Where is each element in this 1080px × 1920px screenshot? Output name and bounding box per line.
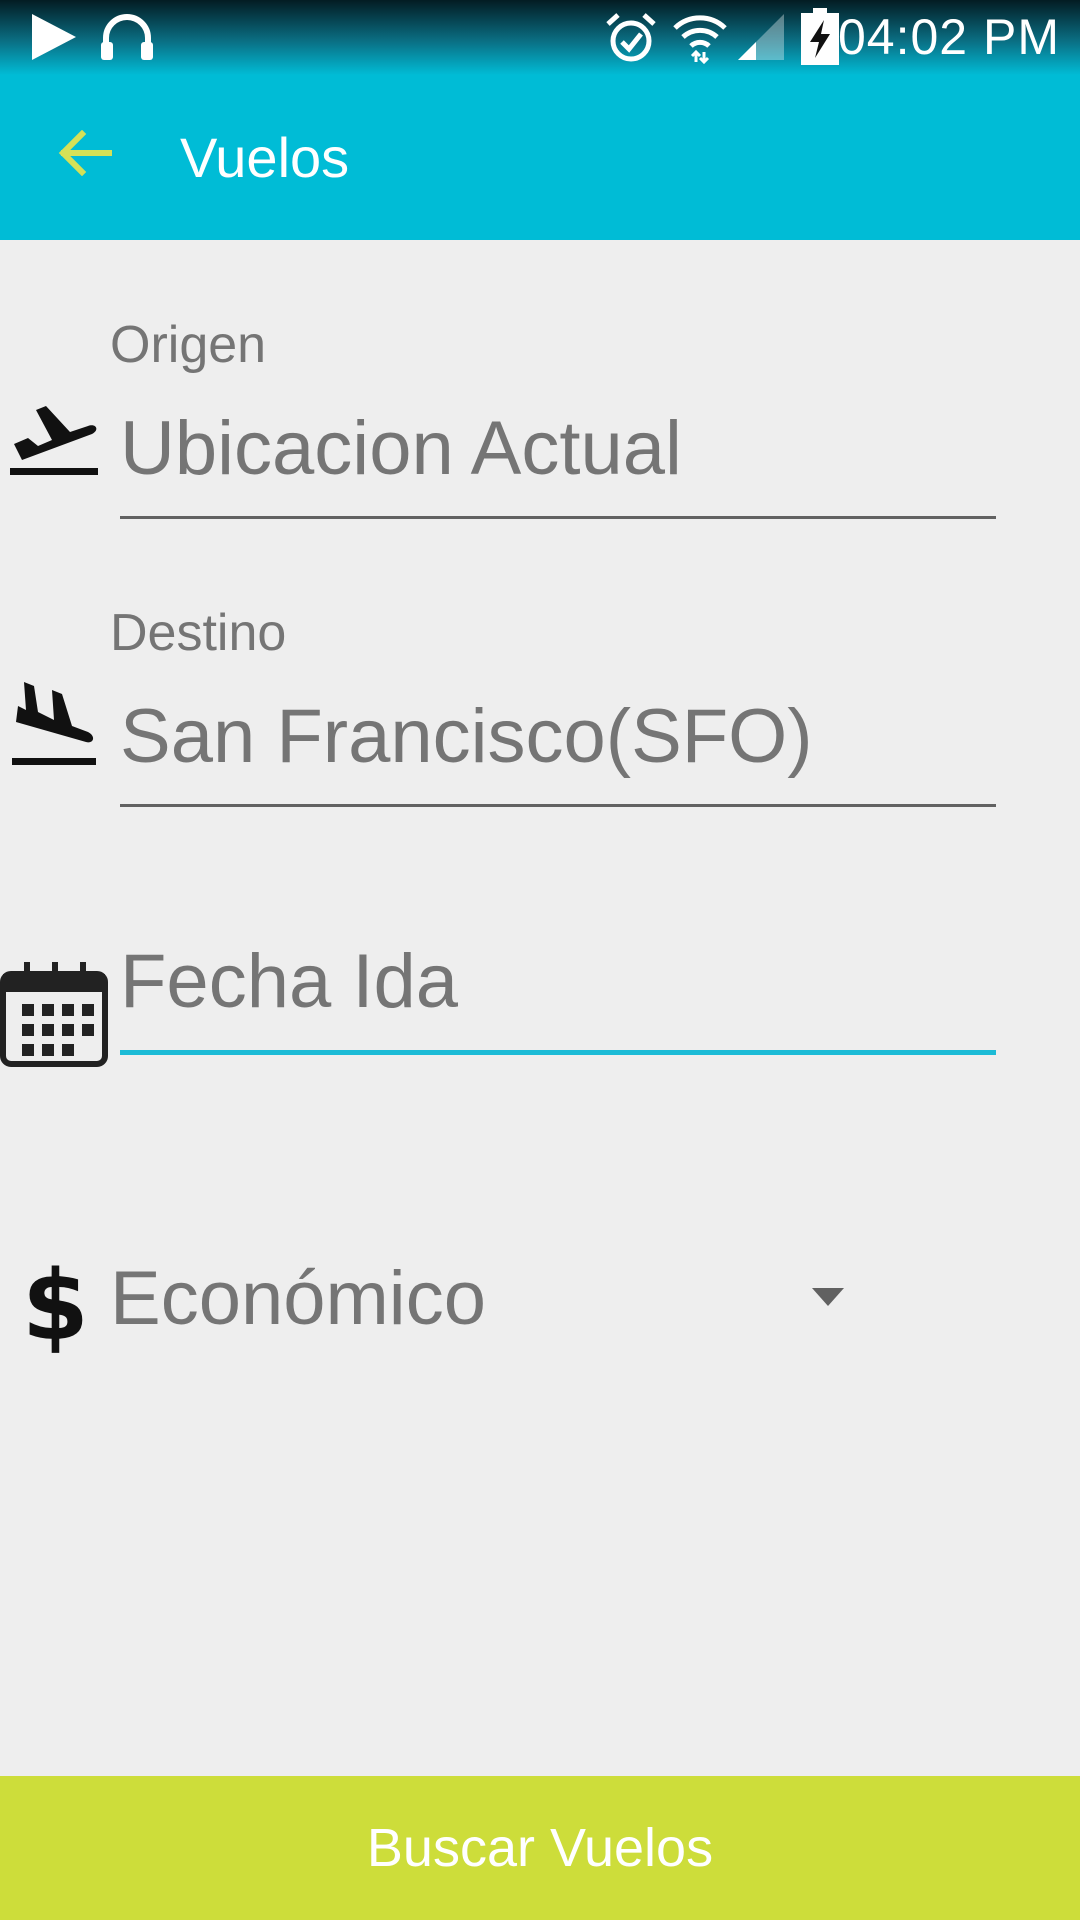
page-title: Vuelos <box>180 126 350 189</box>
dropdown-arrow-icon[interactable] <box>812 1288 844 1306</box>
origin-input[interactable]: Ubicacion Actual <box>120 405 682 492</box>
flight-land-icon <box>10 680 100 775</box>
search-flights-button[interactable]: Buscar Vuelos <box>0 1776 1080 1920</box>
app-bar: Vuelos <box>0 75 1080 240</box>
class-spinner[interactable]: Económico <box>110 1255 486 1342</box>
destination-label: Destino <box>110 604 287 662</box>
wifi-icon <box>672 12 728 69</box>
departure-date-underline <box>120 1050 996 1055</box>
flights-screen: 04:02 PM Vuelos Origen Ubicacion Actual … <box>0 0 1080 1920</box>
status-bar: 04:02 PM <box>0 0 1080 75</box>
signal-icon <box>736 12 786 67</box>
origin-label: Origen <box>110 316 267 374</box>
battery-charging-icon <box>800 8 840 71</box>
destination-underline <box>120 804 996 807</box>
arrow-back-icon <box>58 129 113 181</box>
origin-underline <box>120 516 996 519</box>
back-button[interactable] <box>40 115 130 195</box>
dollar-icon: $ <box>22 1250 89 1362</box>
flight-takeoff-icon <box>8 398 100 485</box>
status-time: 04:02 PM <box>837 9 1060 65</box>
calendar-icon <box>0 960 110 1075</box>
alarm-icon <box>604 12 658 69</box>
headphones-icon <box>98 12 156 67</box>
play-icon <box>28 12 78 67</box>
destination-input[interactable]: San Francisco(SFO) <box>120 693 813 780</box>
departure-date-input[interactable]: Fecha Ida <box>120 938 458 1025</box>
